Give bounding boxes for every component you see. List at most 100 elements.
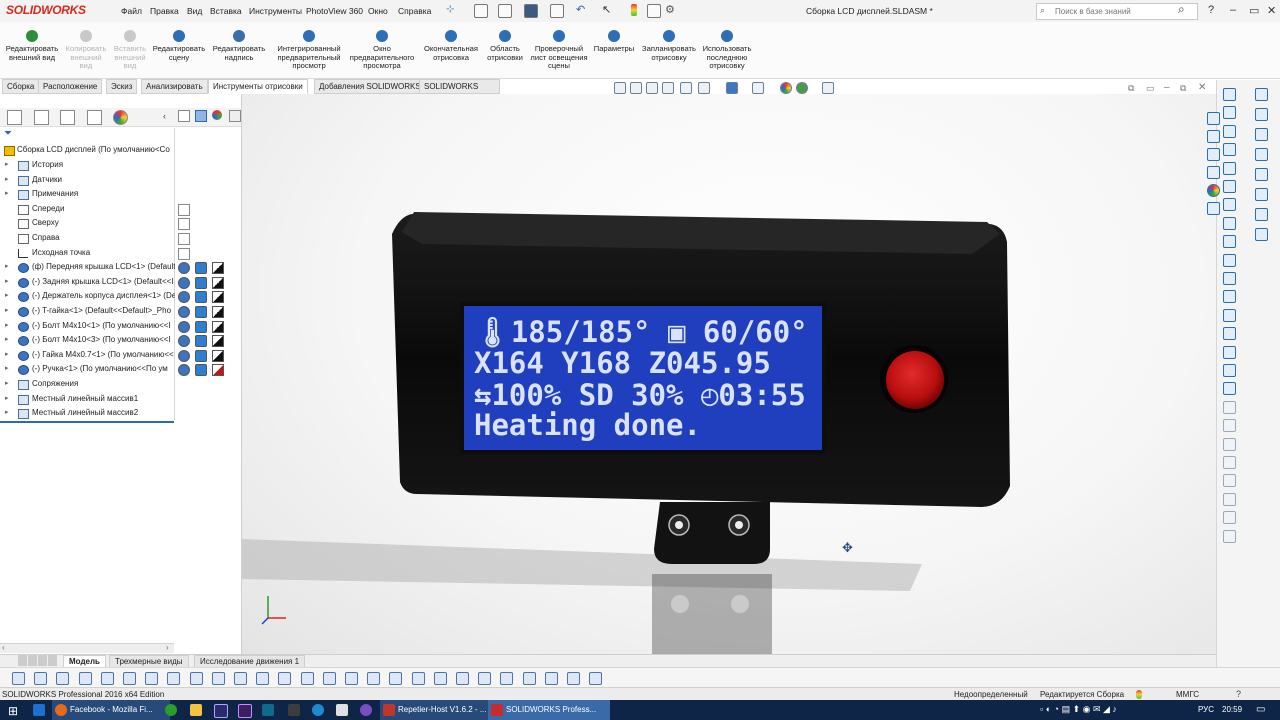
display-mode-icon[interactable]	[195, 320, 207, 333]
taskbar-app-firefox[interactable]: Facebook - Mozilla Fi...	[52, 700, 170, 720]
tree-item[interactable]: ▸ Примечания	[0, 187, 175, 201]
tree-item[interactable]: ▸ (-) Гайка M4x0.7<1> (По умолчанию<<	[0, 348, 175, 362]
dimxpert-tab-icon[interactable]	[87, 110, 102, 125]
expand-arrow-icon[interactable]: ▸	[5, 392, 9, 406]
ribbon-button[interactable]: Использовать последнюю отрисовку	[687, 30, 767, 71]
search-icon[interactable]: ⌕	[1178, 2, 1185, 17]
menu-view[interactable]: Вид	[187, 6, 202, 16]
file-explorer-icon[interactable]	[1207, 148, 1220, 161]
rebuild-status-icon[interactable]	[1136, 690, 1142, 699]
tree-horizontal-scrollbar[interactable]: ‹ ›	[0, 643, 174, 653]
viewport-close-icon[interactable]: ✕	[1198, 82, 1206, 93]
visibility-toggle-icon[interactable]	[178, 218, 190, 231]
maximize-icon[interactable]: ▭	[1249, 4, 1259, 17]
close-icon[interactable]: ✕	[1267, 4, 1276, 17]
parts-library-icon[interactable]	[1207, 130, 1220, 143]
minimize-icon[interactable]: –	[1230, 4, 1236, 16]
tree-item[interactable]: Сверху	[0, 216, 175, 230]
scroll-left-icon[interactable]: ‹	[2, 643, 5, 652]
pattern-icon[interactable]	[1223, 327, 1236, 341]
tray-icons[interactable]: ▫ ◐ ◔ ▤ ⬆ ◉ ✉ ◢ ♪	[1040, 704, 1117, 715]
menu-help[interactable]: Справка	[398, 6, 431, 16]
relations-icon[interactable]	[1223, 437, 1236, 451]
apply-scene-icon[interactable]	[796, 82, 808, 94]
graphics-viewport[interactable]: 🌡185/185° ▣ 60/60° X164 Y168 Z045.95 ⇆10…	[242, 94, 1216, 654]
explorer-icon[interactable]	[190, 704, 202, 716]
line-icon[interactable]	[1223, 124, 1236, 138]
appearance-swatch-icon[interactable]	[212, 291, 224, 304]
circle-icon[interactable]	[1223, 180, 1236, 193]
transparency-icon[interactable]	[229, 110, 241, 122]
tree-root-assembly[interactable]: Сборка LCD дисплей (По умолчанию<Со	[0, 143, 175, 157]
premiere-icon[interactable]	[238, 704, 252, 718]
home-icon[interactable]	[1207, 112, 1220, 125]
cosmetic-thread-icon[interactable]	[78, 672, 92, 685]
repair-icon[interactable]	[1223, 456, 1236, 469]
direct-editing-icon[interactable]	[1255, 228, 1268, 241]
view-front-icon[interactable]	[433, 672, 447, 685]
tree-item[interactable]: ▸ История	[0, 158, 175, 172]
section-view-icon[interactable]	[662, 82, 674, 94]
display-mode-icon[interactable]	[195, 364, 207, 377]
polygon-icon[interactable]	[1223, 235, 1236, 249]
ground-icon[interactable]	[411, 672, 425, 685]
dynamic-annotation-icon[interactable]	[680, 82, 692, 94]
tab-solidworks-addins[interactable]: Добавления SOLIDWORKS	[314, 79, 426, 94]
display-mode-icon[interactable]	[195, 335, 207, 348]
visibility-toggle-icon[interactable]	[178, 203, 190, 216]
display-mode-icon[interactable]	[195, 262, 207, 275]
display-mode-icon[interactable]	[195, 291, 207, 304]
component-visibility-icon[interactable]	[178, 262, 190, 275]
app-icon[interactable]	[262, 704, 274, 716]
expand-arrow-icon[interactable]: ▸	[5, 319, 9, 333]
edge-icon[interactable]	[33, 704, 45, 716]
expand-arrow-icon[interactable]: ▸	[5, 406, 9, 420]
select-icon[interactable]: ↖	[602, 3, 611, 16]
menu-edit[interactable]: Правка	[150, 6, 179, 16]
mold-tools-icon[interactable]	[1255, 168, 1268, 181]
visibility-toggle-icon[interactable]	[178, 233, 190, 245]
windows-start-icon[interactable]: ⊞	[8, 704, 18, 718]
menu-window[interactable]: Окно	[368, 6, 388, 16]
block-icon[interactable]	[1223, 382, 1236, 396]
expand-arrow-icon[interactable]: ▸	[5, 348, 9, 362]
expand-arrow-icon[interactable]: ▸	[5, 333, 9, 347]
interference-icon[interactable]	[300, 672, 314, 685]
search-scope-icon[interactable]: ⌕	[1040, 5, 1045, 16]
shaded-sketch-icon[interactable]	[1223, 511, 1236, 525]
photoshop-icon[interactable]	[214, 704, 228, 718]
appearance-swatch-icon[interactable]	[212, 276, 224, 289]
tree-item[interactable]: Справа	[0, 231, 175, 245]
tree-item[interactable]: Спереди	[0, 202, 175, 216]
view-settings-icon[interactable]	[822, 82, 834, 94]
display-mode-icon[interactable]	[195, 110, 207, 122]
clock[interactable]: 20:59	[1222, 705, 1242, 714]
tab-scroll-buttons[interactable]	[18, 655, 58, 666]
spline-icon[interactable]	[1223, 216, 1236, 230]
align-icon[interactable]	[56, 672, 70, 685]
settings-icon[interactable]	[367, 672, 381, 685]
pin-icon[interactable]: ⊹	[446, 4, 454, 15]
text-icon[interactable]	[1223, 345, 1236, 359]
tab-sketch[interactable]: Эскиз	[106, 79, 138, 94]
configuration-manager-tab-icon[interactable]	[60, 110, 75, 125]
open-icon[interactable]	[498, 4, 512, 18]
search-input[interactable]	[1053, 6, 1187, 17]
view-palette-icon[interactable]	[1207, 166, 1220, 179]
appearance-swatch-icon[interactable]	[212, 364, 224, 377]
move-icon[interactable]	[1223, 400, 1236, 414]
explode-icon[interactable]	[389, 672, 403, 685]
tree-item[interactable]: ▸ (-) Болт M4x10<1> (По умолчанию<<I	[0, 319, 175, 333]
chrome-icon[interactable]	[165, 704, 177, 716]
tree-item[interactable]: ▸ Сопряжения	[0, 377, 175, 391]
notifications-icon[interactable]: ▭	[1256, 704, 1265, 715]
expand-arrow-icon[interactable]: ▸	[5, 173, 9, 187]
reference-geometry-icon[interactable]	[1255, 108, 1268, 121]
save-icon[interactable]	[524, 4, 538, 18]
appearance-swatch-icon[interactable]	[212, 335, 224, 348]
undo-icon[interactable]: ↶	[576, 3, 585, 16]
tab-solidworks-mbd[interactable]: SOLIDWORKS MBD	[419, 79, 500, 104]
sum-icon[interactable]	[145, 672, 159, 685]
new-icon[interactable]	[474, 4, 488, 18]
component-visibility-icon[interactable]	[178, 276, 190, 289]
